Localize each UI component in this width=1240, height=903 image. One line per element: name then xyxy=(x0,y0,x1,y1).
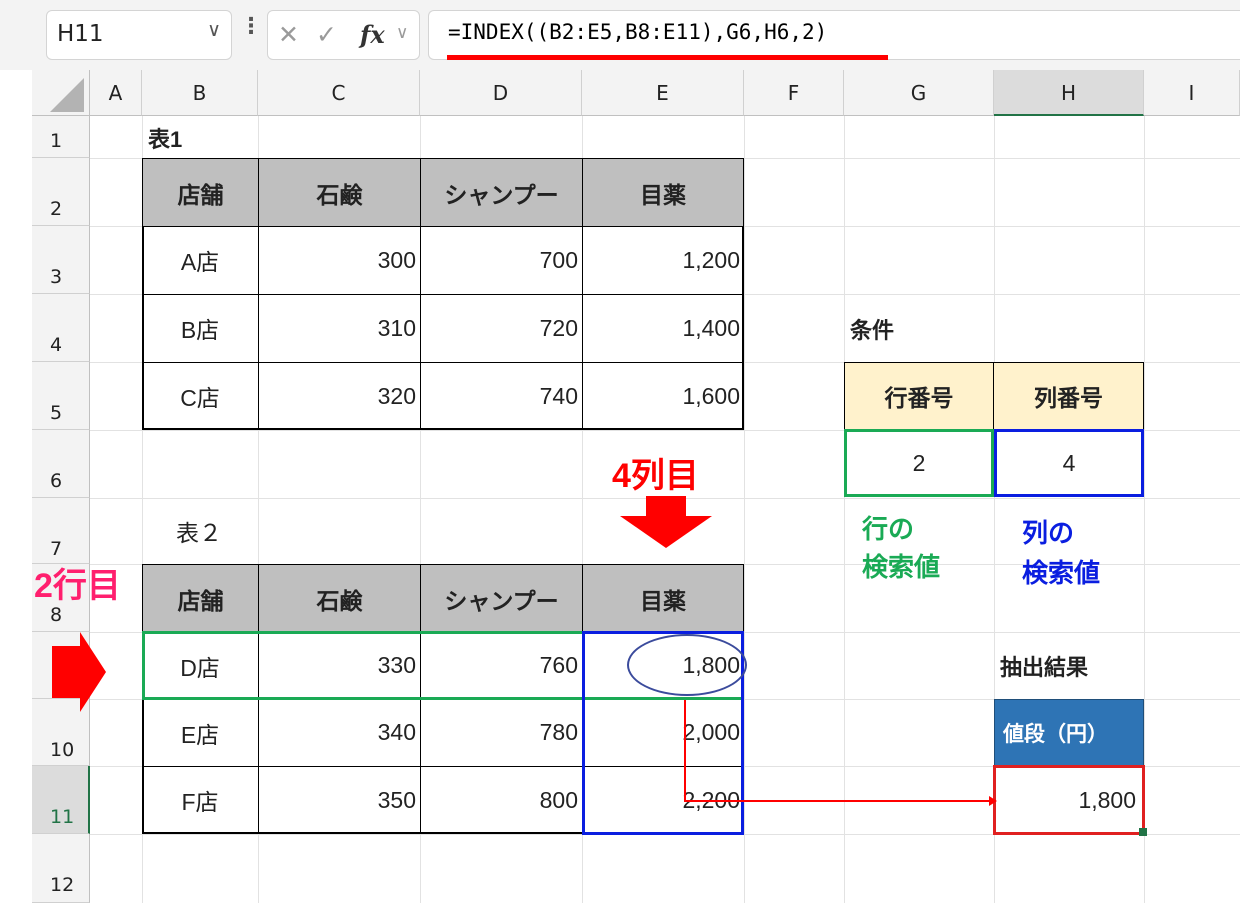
table1-row3-soap[interactable]: 320 xyxy=(258,362,420,430)
value-circle xyxy=(627,634,747,696)
row-header-5[interactable]: 5 xyxy=(32,362,90,430)
table1-row3-eyedrops[interactable]: 1,600 xyxy=(582,362,744,430)
table1-row2-eyedrops[interactable]: 1,400 xyxy=(582,294,744,362)
formula-buttons: ✕ ✓ fx ∨ xyxy=(267,10,420,60)
select-all-corner[interactable] xyxy=(32,70,90,116)
row-header-11[interactable]: 11 xyxy=(32,766,90,834)
table2-row3-shampoo[interactable]: 800 xyxy=(420,766,582,834)
row-header-3[interactable]: 3 xyxy=(32,226,90,294)
row-lookup-label-2: 検索値 xyxy=(862,551,941,582)
check-icon[interactable]: ✓ xyxy=(316,20,337,49)
fx-icon[interactable]: fx xyxy=(360,20,385,49)
row-lookup-label-1: 行の xyxy=(862,513,915,544)
row-position-label: 2行目 xyxy=(34,566,121,605)
table2-row3-soap[interactable]: 350 xyxy=(258,766,420,834)
down-arrow-icon xyxy=(620,496,712,548)
table1-row1-shampoo[interactable]: 700 xyxy=(420,226,582,294)
row-header-2[interactable]: 2 xyxy=(32,158,90,226)
table2-row2-shampoo[interactable]: 780 xyxy=(420,699,582,766)
result-title: 抽出結果 xyxy=(1000,655,1089,680)
right-arrow-icon xyxy=(52,632,106,712)
column-header-b[interactable]: B xyxy=(142,70,258,116)
table1-row1-eyedrops[interactable]: 1,200 xyxy=(582,226,744,294)
table1-header-shampoo[interactable]: シャンプー xyxy=(421,159,582,226)
formula-text[interactable]: =INDEX((B2:E5,B8:E11),G6,H6,2) xyxy=(448,20,827,44)
table1-row1-store[interactable]: A店 xyxy=(142,226,258,294)
conditions-col-header[interactable]: 列番号 xyxy=(994,362,1144,430)
row-header-6[interactable]: 6 xyxy=(32,430,90,498)
name-box[interactable]: H11 ∨ xyxy=(46,10,232,60)
conditions-col-value[interactable]: 4 xyxy=(994,429,1144,497)
column-header-g[interactable]: G xyxy=(844,70,994,116)
column-header-a[interactable]: A xyxy=(90,70,142,116)
table1-header-store[interactable]: 店舗 xyxy=(143,159,258,226)
formula-underline xyxy=(447,55,888,60)
table1-header-soap[interactable]: 石鹸 xyxy=(259,159,420,226)
table2-header-soap[interactable]: 石鹸 xyxy=(259,565,420,632)
table1-row2-store[interactable]: B店 xyxy=(142,294,258,362)
table1-row1-soap[interactable]: 300 xyxy=(258,226,420,294)
conditions-row-value[interactable]: 2 xyxy=(844,429,994,497)
col-lookup-label-1: 列の xyxy=(1022,517,1075,548)
row-header-4[interactable]: 4 xyxy=(32,294,90,362)
result-value-cell[interactable]: 1,800 xyxy=(993,765,1145,835)
more-options-icon[interactable]: ⋮ xyxy=(240,14,262,54)
table2-title: 表２ xyxy=(176,520,222,546)
chevron-down-icon[interactable]: ∨ xyxy=(396,23,408,43)
table1-row3-store[interactable]: C店 xyxy=(142,362,258,430)
name-box-value: H11 xyxy=(57,21,104,47)
connector-arrow-icon xyxy=(684,700,997,806)
chevron-down-icon[interactable]: ∨ xyxy=(207,19,221,41)
column-header-c[interactable]: C xyxy=(258,70,420,116)
column-header-i[interactable]: I xyxy=(1144,70,1240,116)
fill-handle[interactable] xyxy=(1139,828,1147,836)
col-lookup-label-2: 検索値 xyxy=(1022,557,1101,588)
table2-header-store[interactable]: 店舗 xyxy=(143,565,258,632)
table2-header-eyedrops[interactable]: 目薬 xyxy=(583,565,743,632)
table1-row2-soap[interactable]: 310 xyxy=(258,294,420,362)
table2-row3-store[interactable]: F店 xyxy=(142,766,258,834)
table1-row2-shampoo[interactable]: 720 xyxy=(420,294,582,362)
table1-row3-shampoo[interactable]: 740 xyxy=(420,362,582,430)
table1-title: 表1 xyxy=(148,127,183,152)
conditions-row-header[interactable]: 行番号 xyxy=(844,362,994,430)
column-header-d[interactable]: D xyxy=(420,70,582,116)
table2-header-shampoo[interactable]: シャンプー xyxy=(421,565,582,632)
column-header-h[interactable]: H xyxy=(994,70,1144,116)
column-header-e[interactable]: E xyxy=(582,70,744,116)
table2-row2-soap[interactable]: 340 xyxy=(258,699,420,766)
row-header-1[interactable]: 1 xyxy=(32,116,90,158)
table1-header-eyedrops[interactable]: 目薬 xyxy=(583,159,743,226)
result-header[interactable]: 値段（円） xyxy=(994,699,1144,766)
row-header-12[interactable]: 12 xyxy=(32,834,90,903)
conditions-title: 条件 xyxy=(850,318,895,343)
row-header-7[interactable]: 7 xyxy=(32,498,90,564)
column-header-f[interactable]: F xyxy=(744,70,844,116)
x-icon[interactable]: ✕ xyxy=(278,20,299,49)
column-position-label: 4列目 xyxy=(612,456,699,495)
table2-row2-store[interactable]: E店 xyxy=(142,699,258,766)
